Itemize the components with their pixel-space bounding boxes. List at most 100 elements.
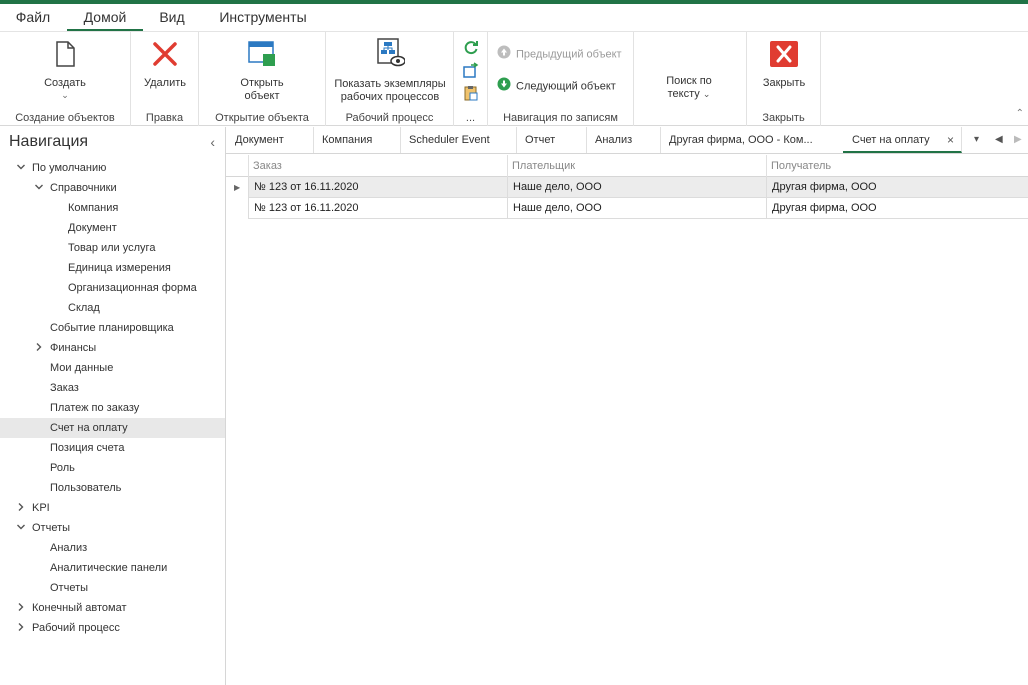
nav-item-label: KPI [32,502,50,514]
nav-item-label: Событие планировщика [50,322,174,334]
nav-item-label: Счет на оплату [50,422,128,434]
next-object-label: Следующий объект [516,80,616,93]
close-tab-icon[interactable]: × [947,127,954,151]
nav-item[interactable]: Склад [0,298,225,318]
nav-item-label: По умолчанию [32,162,107,174]
close-button[interactable]: Закрыть [754,41,814,90]
cell-payer[interactable]: Наше дело, ООО [507,198,766,219]
tabs-scroll-left-icon[interactable]: ◀ [995,127,1003,153]
tabs-dropdown-icon[interactable]: ▾ [974,127,979,153]
tab-invoice[interactable]: Счет на оплату × [843,127,962,153]
nav-item[interactable]: Пользователь [0,478,225,498]
nav-item-label: Единица измерения [68,262,171,274]
nav-item-label: Конечный автомат [32,602,127,614]
create-button[interactable]: Создать ⌄ [25,41,105,100]
delete-x-icon [135,41,195,71]
nav-item[interactable]: Товар или услуга [0,238,225,258]
nav-item[interactable]: Аналитические панели [0,558,225,578]
nav-item[interactable]: Счет на оплату [0,418,225,438]
next-object-button[interactable]: Следующий объект [497,77,616,96]
nav-item-label: Документ [68,222,117,234]
nav-item[interactable]: Заказ [0,378,225,398]
tabs-scroll-right-icon[interactable]: ▶ [1014,127,1022,153]
cell-order[interactable]: № 123 от 16.11.2020 [248,177,507,198]
nav-item-label: Рабочий процесс [32,622,120,634]
tab-analysis[interactable]: Анализ [586,127,661,153]
export-icon[interactable] [463,62,479,81]
tab-scheduler-event[interactable]: Scheduler Event [400,127,517,153]
refresh-icon[interactable] [463,39,479,58]
chevron-down-icon[interactable] [16,158,26,178]
previous-object-label: Предыдущий объект [516,48,622,61]
delete-button[interactable]: Удалить [135,41,195,90]
nav-item[interactable]: Рабочий процесс [0,618,225,638]
nav-item[interactable]: Отчеты [0,578,225,598]
cell-recipient[interactable]: Другая фирма, ООО [766,198,1028,219]
nav-item[interactable]: Мои данные [0,358,225,378]
nav-item-label: Мои данные [50,362,114,374]
nav-item[interactable]: Позиция счета [0,438,225,458]
chevron-down-icon[interactable] [16,518,26,538]
ribbon-group-close: Закрыть Закрыть [747,32,821,126]
menu-tab-tools[interactable]: Инструменты [207,4,319,31]
show-workflow-instances-button[interactable]: Показать экземпляры рабочих процессов [330,38,450,104]
chevron-right-icon[interactable] [34,338,44,358]
previous-object-button[interactable]: Предыдущий объект [497,45,622,64]
nav-item-label: Платеж по заказу [50,402,140,414]
cell-payer[interactable]: Наше дело, ООО [507,177,766,198]
text-search-label-2: тексту [667,88,700,100]
menu-tab-file[interactable]: Файл [8,4,58,31]
ribbon-group-create: Создать ⌄ Создание объектов [0,32,131,126]
column-header-recipient[interactable]: Получатель [766,155,1028,177]
cell-order[interactable]: № 123 от 16.11.2020 [248,198,507,219]
nav-item[interactable]: Роль [0,458,225,478]
nav-item[interactable]: Анализ [0,538,225,558]
nav-item-label: Анализ [50,542,88,554]
nav-item[interactable]: KPI [0,498,225,518]
nav-item[interactable]: Конечный автомат [0,598,225,618]
close-button-label: Закрыть [762,77,806,89]
chevron-right-icon[interactable] [16,598,26,618]
collapse-ribbon-icon[interactable]: ⌃ [1016,108,1024,119]
nav-item[interactable]: Единица измерения [0,258,225,278]
row-indicator-icon: ▶ [234,183,241,192]
table-row[interactable]: ▶ № 123 от 16.11.2020 Наше дело, ООО Дру… [226,177,1028,198]
new-document-icon [25,41,105,71]
arrow-down-circle-icon [497,77,511,96]
menu-tab-home[interactable]: Домой [67,4,143,31]
nav-item[interactable]: Справочники [0,178,225,198]
nav-item-label: Позиция счета [50,442,125,454]
nav-item[interactable]: Компания [0,198,225,218]
menu-tab-view[interactable]: Вид [150,4,194,31]
nav-item[interactable]: Событие планировщика [0,318,225,338]
nav-item[interactable]: Отчеты [0,518,225,538]
chevron-down-icon[interactable] [34,178,44,198]
arrow-up-circle-icon [497,45,511,64]
column-header-payer[interactable]: Плательщик [507,155,766,177]
nav-item[interactable]: Финансы [0,338,225,358]
tab-document[interactable]: Документ [226,127,314,153]
nav-item-label: Справочники [50,182,117,194]
tab-other-company[interactable]: Другая фирма, ООО - Ком... [660,127,844,153]
nav-item[interactable]: По умолчанию [0,158,225,178]
nav-item[interactable]: Организационная форма [0,278,225,298]
nav-item[interactable]: Платеж по заказу [0,398,225,418]
text-search-button[interactable]: Поиск по тексту ⌄ [644,75,734,101]
column-header-order[interactable]: Заказ [248,155,507,177]
chevron-right-icon[interactable] [16,618,26,638]
close-x-icon [754,41,814,71]
chevron-right-icon[interactable] [16,498,26,518]
cell-recipient[interactable]: Другая фирма, ООО [766,177,1028,198]
document-tabs: Документ Компания Scheduler Event Отчет … [226,127,1028,154]
chevron-left-icon[interactable]: ‹ [210,134,215,150]
delete-button-label: Удалить [144,77,186,89]
tab-report[interactable]: Отчет [516,127,587,153]
tab-company[interactable]: Компания [313,127,401,153]
clipboard-icon[interactable] [463,85,479,104]
open-object-button[interactable]: Открыть объект [221,41,303,103]
ribbon-group-workflow: Показать экземпляры рабочих процессов Ра… [326,32,454,126]
nav-item[interactable]: Документ [0,218,225,238]
nav-item-label: Роль [50,462,75,474]
table-row[interactable]: № 123 от 16.11.2020 Наше дело, ООО Друга… [226,198,1028,219]
ribbon-group-misc-label: ... [465,112,476,124]
